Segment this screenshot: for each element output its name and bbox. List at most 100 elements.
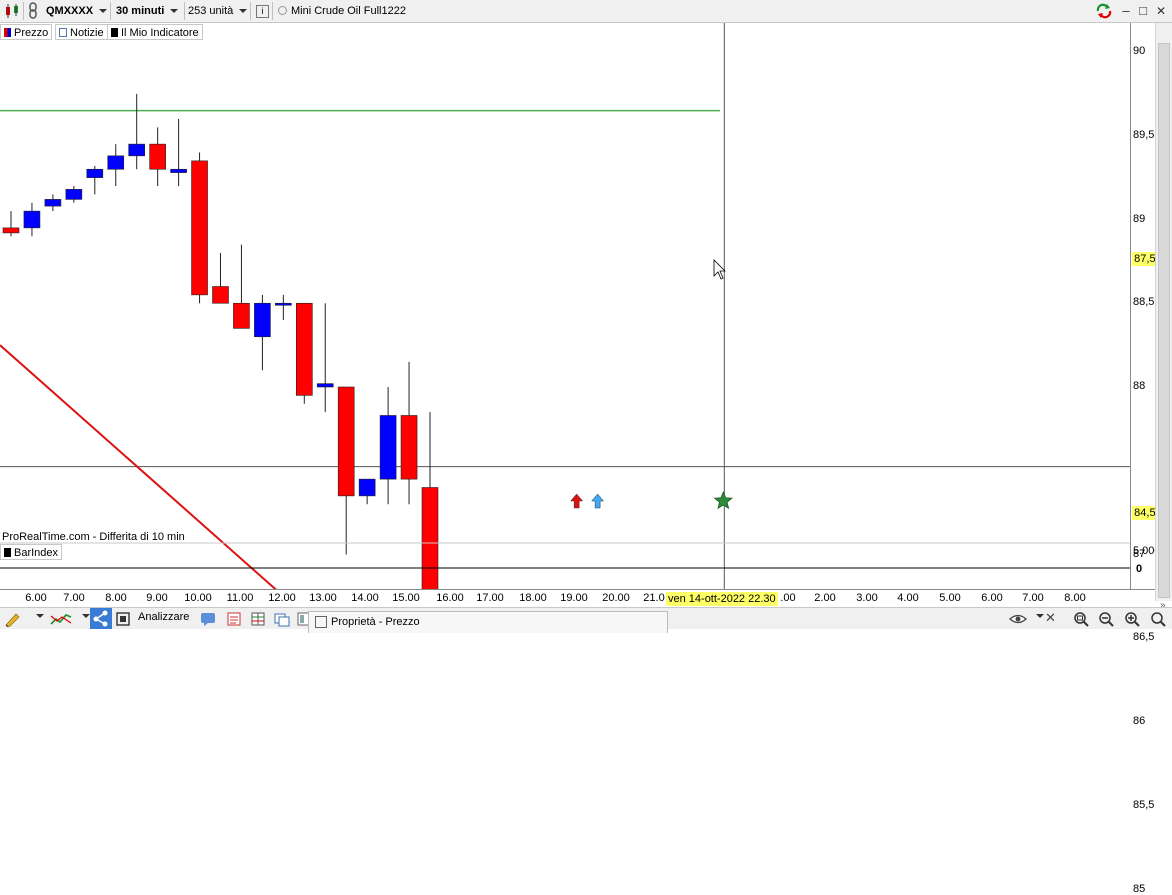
link-icon[interactable]: [26, 0, 40, 22]
candle-body: [379, 415, 397, 480]
time-axis-label: 20.00: [602, 592, 630, 604]
candle: [379, 387, 397, 505]
candle-body: [212, 286, 229, 304]
chevron-down-icon[interactable]: [36, 614, 44, 618]
candle: [358, 478, 376, 505]
zoom-out-icon[interactable]: [1098, 611, 1114, 627]
candle-body: [44, 199, 62, 207]
legend-barindex[interactable]: BarIndex: [0, 544, 63, 560]
candlestick-icon[interactable]: [3, 0, 21, 22]
analyzer-icon[interactable]: [115, 611, 131, 627]
candle: [421, 412, 439, 589]
candle: [44, 194, 62, 212]
zoom-fit-icon[interactable]: [1073, 611, 1089, 627]
legend-price[interactable]: Prezzo: [0, 24, 53, 40]
time-axis-label: 17.00: [476, 592, 504, 604]
time-axis-label: 16.00: [436, 592, 464, 604]
info-icon[interactable]: i: [256, 0, 269, 22]
legend-news[interactable]: Notizie: [55, 24, 108, 40]
symbol-selector[interactable]: QMXXXX: [46, 0, 108, 22]
price-axis-label: 89,5: [1133, 128, 1155, 141]
time-axis-label: 7.00: [63, 592, 85, 604]
indicator-legend-icon: [111, 28, 118, 37]
candle: [275, 294, 292, 320]
candle-body: [295, 302, 313, 396]
news-icon: [59, 28, 67, 37]
candle-body: [2, 227, 20, 234]
price-chart[interactable]: [0, 23, 1172, 589]
units-selector[interactable]: 253 unità: [188, 0, 248, 22]
candle: [65, 186, 83, 203]
candle-body: [86, 168, 104, 178]
price-axis-label: 88,5: [1133, 296, 1155, 309]
time-axis-label: 21.0: [643, 592, 665, 604]
analyze-button[interactable]: Analizzare: [138, 611, 189, 623]
price-axis-label: 85: [1133, 882, 1146, 895]
candle: [149, 127, 166, 186]
mouse-cursor-icon: [713, 259, 726, 280]
time-axis-label: 8.00: [1064, 592, 1086, 604]
chevron-down-icon: [99, 9, 108, 14]
time-axis-label: 12.00: [268, 592, 296, 604]
candle: [212, 253, 229, 304]
data-source-note: ProRealTime.com - Differita di 10 min: [2, 531, 185, 543]
timeframe-selector[interactable]: 30 minuti: [116, 0, 179, 22]
share-icon[interactable]: [90, 608, 112, 629]
grid-icon[interactable]: [250, 611, 266, 627]
candle: [337, 386, 355, 555]
symbol-label: QMXXXX: [46, 5, 94, 17]
arrow-up-icon: [570, 493, 584, 509]
minimize-button[interactable]: –: [1118, 3, 1134, 19]
price-legend-icon: [4, 28, 11, 37]
candle-body: [358, 478, 376, 497]
candle-body: [275, 302, 292, 306]
refresh-icon[interactable]: [1095, 3, 1112, 19]
properties-panel-tab[interactable]: Proprietà - Prezzo: [308, 611, 668, 633]
chevron-down-icon[interactable]: [1036, 614, 1044, 618]
candle-body: [254, 302, 271, 338]
candle: [107, 144, 125, 186]
time-axis-label: 6.00: [981, 592, 1003, 604]
vertical-scrollbar[interactable]: »: [1155, 23, 1172, 611]
time-axis-label: 18.00: [519, 592, 547, 604]
price-axis-label: 86,5: [1133, 631, 1155, 644]
time-axis-label: .00: [780, 592, 796, 604]
close-button[interactable]: ✕: [1153, 3, 1169, 19]
list-icon[interactable]: [226, 611, 242, 627]
bottom-toolbar: Analizzare Proprietà - Prezzo ✕: [0, 607, 1172, 633]
chevron-down-icon[interactable]: [82, 614, 90, 618]
window-icon[interactable]: [274, 611, 290, 627]
indicators-icon[interactable]: [50, 611, 72, 627]
chevron-down-icon: [239, 9, 248, 14]
price-axis-label: 89: [1133, 212, 1146, 225]
zoom-icon[interactable]: [1150, 611, 1166, 627]
candle: [316, 303, 334, 413]
time-axis[interactable]: 6.00 7.00 8.00 9.00 10.00 11.00 12.00 13.00 14.0…: [0, 589, 1155, 607]
candle-body: [23, 210, 41, 229]
chart-toolbar: QMXXXX 30 minuti 253 unità i Mini Crude …: [0, 0, 1172, 23]
legend-indicator[interactable]: Il Mio Indicatore: [107, 24, 203, 40]
time-axis-label: 7.00: [1022, 592, 1044, 604]
pencil-icon[interactable]: [4, 611, 20, 628]
time-axis-label: 4.00: [897, 592, 919, 604]
price-axis-label: 90: [1133, 45, 1146, 57]
close-panel-icon[interactable]: ✕: [1045, 610, 1056, 626]
candle-body: [170, 168, 187, 173]
zoom-in-icon[interactable]: [1124, 611, 1140, 627]
maximize-button[interactable]: □: [1135, 3, 1151, 19]
scrollbar-thumb[interactable]: [1158, 43, 1170, 598]
units-label: 253 unità: [188, 5, 234, 17]
candle-body: [149, 143, 166, 170]
timeframe-label: 30 minuti: [116, 5, 165, 17]
subpanel-axis-label: 0: [1136, 563, 1143, 575]
chat-icon[interactable]: [200, 611, 216, 627]
candle-body: [421, 487, 439, 589]
arrow-up-icon: [591, 493, 605, 509]
price-axis-label: 86: [1133, 715, 1146, 727]
eye-icon[interactable]: [1008, 611, 1028, 627]
candle: [86, 165, 104, 195]
barindex-legend-icon: [4, 548, 11, 557]
time-axis-label: 11.00: [226, 592, 254, 604]
candle-body: [400, 415, 418, 480]
time-axis-label: 6.00: [25, 592, 47, 604]
